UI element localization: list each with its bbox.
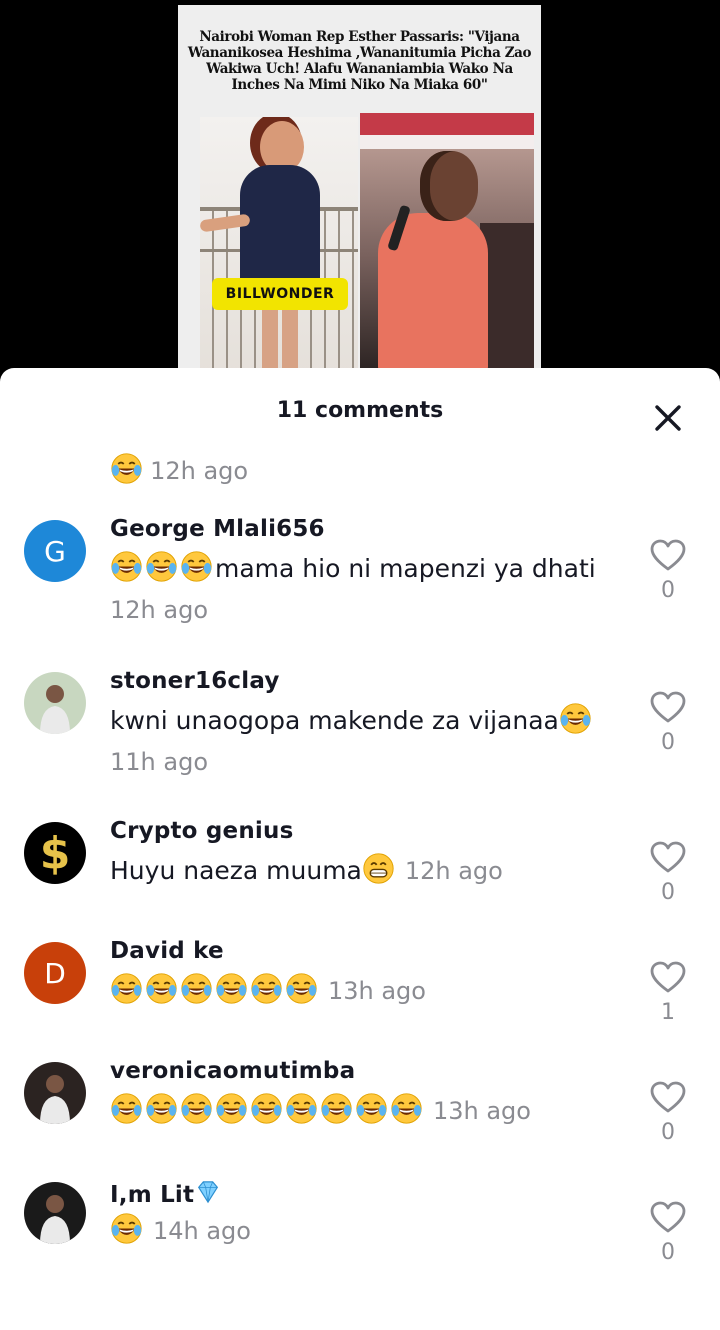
like-button[interactable]: 1 [648, 960, 688, 1025]
laughing-emoji-icon [146, 1093, 177, 1124]
like-count: 0 [661, 880, 675, 905]
laughing-emoji-icon [391, 1093, 422, 1124]
comment-body: Huyu naeza muuma 12h ago [110, 850, 630, 892]
avatar[interactable]: $ [24, 822, 86, 884]
comment-body: 14h ago [110, 1210, 630, 1252]
like-button[interactable]: 0 [648, 538, 688, 603]
laughing-emoji-icon [216, 973, 247, 1004]
laughing-emoji-icon [111, 1213, 142, 1244]
comment-username[interactable]: Crypto genius [110, 818, 293, 844]
laughing-emoji-icon [251, 973, 282, 1004]
comment-time: 14h ago [152, 1217, 251, 1245]
comment-username[interactable]: David ke [110, 938, 224, 964]
like-button[interactable]: 0 [648, 840, 688, 905]
partial-comment: 12h ago [110, 450, 248, 491]
comment-time: 13h ago [327, 977, 426, 1005]
like-count: 1 [661, 1000, 675, 1025]
comment-username[interactable]: veronicaomutimba [110, 1058, 355, 1084]
video-headline: Nairobi Woman Rep Esther Passaris: "Vija… [187, 29, 532, 93]
comment-time: 13h ago [432, 1097, 531, 1125]
comment-username[interactable]: I,m Lit [110, 1178, 224, 1208]
like-count: 0 [661, 1120, 675, 1145]
avatar[interactable]: D [24, 942, 86, 1004]
heart-icon [650, 1081, 686, 1113]
laughing-emoji-icon [111, 1093, 142, 1124]
avatar-initial: D [24, 942, 86, 1004]
comment-username[interactable]: stoner16clay [110, 668, 280, 694]
heart-icon [650, 539, 686, 571]
comment-time: 11h ago [110, 748, 209, 776]
laughing-emoji-icon [251, 1093, 282, 1124]
laughing-emoji-icon [146, 973, 177, 1004]
comment-time: 12h ago [150, 457, 249, 485]
partial-comment-emoji [110, 453, 145, 485]
heart-icon [650, 1201, 686, 1233]
laughing-emoji-icon [111, 551, 142, 582]
avatar-dollar-icon: $ [24, 822, 86, 884]
close-icon[interactable] [648, 398, 688, 438]
avatar[interactable]: G [24, 520, 86, 582]
avatar-initial: G [24, 520, 86, 582]
grinning-emoji-icon [363, 853, 394, 884]
comment-body: 13h ago [110, 970, 630, 1012]
video-thumbnail: Nairobi Woman Rep Esther Passaris: "Vija… [178, 5, 541, 375]
avatar-photo-icon [24, 1182, 86, 1244]
comment-body: 13h ago [110, 1090, 630, 1132]
photo-woman-speaking [360, 113, 534, 371]
like-button[interactable]: 0 [648, 690, 688, 755]
comment-body: mama hio ni mapenzi ya dhati 12h ago [110, 548, 630, 631]
laughing-emoji-icon [181, 551, 212, 582]
comment-text: kwni unaogopa makende za vijanaa [110, 706, 559, 735]
like-button[interactable]: 0 [648, 1080, 688, 1145]
laughing-emoji-icon [181, 1093, 212, 1124]
like-button[interactable]: 0 [648, 1200, 688, 1265]
like-count: 0 [661, 730, 675, 755]
comment-item[interactable]: stoner16clay kwni unaogopa makende za vij… [0, 668, 720, 808]
laughing-emoji-icon [181, 973, 212, 1004]
laughing-emoji-icon [216, 1093, 247, 1124]
comment-item[interactable]: D David ke 13h ago 1 [0, 938, 720, 1078]
heart-icon [650, 691, 686, 723]
comments-sheet: 11 comments 12h ago G George Mlali656 mama… [0, 368, 720, 1330]
comment-item[interactable]: $ Crypto genius Huyu naeza muuma 12h ago 0 [0, 818, 720, 958]
comment-time: 12h ago [110, 596, 209, 624]
laughing-emoji-icon [111, 453, 142, 484]
heart-icon [650, 961, 686, 993]
laughing-emoji-icon [560, 703, 591, 734]
laughing-emoji-icon [146, 551, 177, 582]
laughing-emoji-icon [286, 1093, 317, 1124]
avatar-photo-icon [24, 1062, 86, 1124]
avatar-photo-icon [24, 672, 86, 734]
like-count: 0 [661, 578, 675, 603]
comment-item[interactable]: I,m Lit 14h ago 0 [0, 1178, 720, 1318]
like-count: 0 [661, 1240, 675, 1265]
watermark-badge: BILLWONDER [212, 278, 348, 310]
avatar[interactable] [24, 672, 86, 734]
heart-icon [650, 841, 686, 873]
comment-item[interactable]: veronicaomutimba 13h ago 0 [0, 1058, 720, 1198]
laughing-emoji-icon [111, 973, 142, 1004]
video-player[interactable]: Nairobi Woman Rep Esther Passaris: "Vija… [0, 0, 720, 380]
comment-username[interactable]: George Mlali656 [110, 516, 325, 542]
comment-text: Huyu naeza muuma [110, 856, 362, 885]
comment-body: kwni unaogopa makende za vijanaa 11h ago [110, 700, 630, 783]
comment-item[interactable]: G George Mlali656 mama hio ni mapenzi ya d… [0, 516, 720, 656]
photo-woman-balcony [200, 117, 358, 375]
laughing-emoji-icon [286, 973, 317, 1004]
avatar[interactable] [24, 1062, 86, 1124]
gem-emoji-icon [198, 1181, 219, 1204]
avatar[interactable] [24, 1182, 86, 1244]
comment-time: 12h ago [404, 857, 503, 885]
comment-text: mama hio ni mapenzi ya dhati [215, 554, 596, 583]
comments-count-title: 11 comments [276, 398, 444, 423]
laughing-emoji-icon [356, 1093, 387, 1124]
laughing-emoji-icon [321, 1093, 352, 1124]
